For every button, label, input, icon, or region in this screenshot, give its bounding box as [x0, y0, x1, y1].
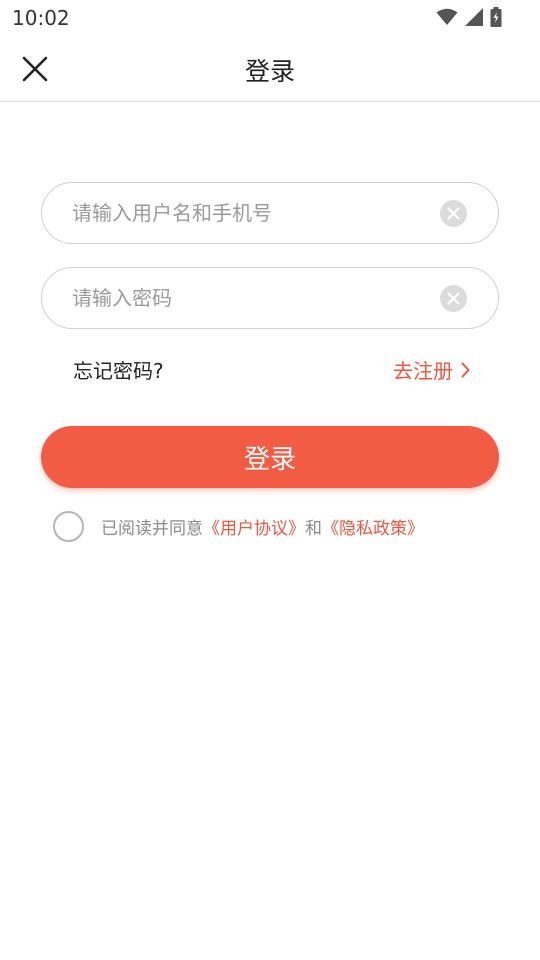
login-button[interactable]: 登录: [41, 426, 499, 488]
wifi-icon: [436, 8, 458, 25]
nav-bar: 登录: [0, 36, 540, 102]
forgot-password-link[interactable]: 忘记密码?: [73, 355, 164, 384]
register-label: 去注册: [393, 359, 453, 383]
register-link[interactable]: 去注册: [393, 355, 470, 384]
clear-icon: [447, 292, 460, 305]
status-bar: 10:02: [0, 0, 540, 36]
clear-icon: [447, 207, 460, 220]
agreement-row: 已阅读并同意 《用户协议》 和 《隐私政策》: [53, 511, 424, 542]
privacy-policy-link[interactable]: 《隐私政策》: [322, 514, 424, 539]
status-time: 10:02: [12, 6, 70, 30]
password-clear-button[interactable]: [440, 285, 467, 312]
username-input[interactable]: [72, 183, 442, 243]
chevron-right-icon: [461, 362, 470, 377]
status-icons: [436, 7, 502, 27]
agreement-checkbox[interactable]: [53, 511, 84, 542]
username-clear-button[interactable]: [440, 200, 467, 227]
page-title: 登录: [244, 57, 295, 86]
agreement-conjunction: 和: [305, 519, 322, 539]
username-field: [41, 182, 499, 244]
password-field: [41, 267, 499, 329]
user-agreement-link[interactable]: 《用户协议》: [203, 514, 305, 539]
cellular-signal-icon: [465, 8, 483, 26]
battery-charging-icon: [490, 7, 502, 27]
agreement-prefix: 已阅读并同意: [101, 519, 203, 539]
password-input[interactable]: [72, 268, 442, 328]
